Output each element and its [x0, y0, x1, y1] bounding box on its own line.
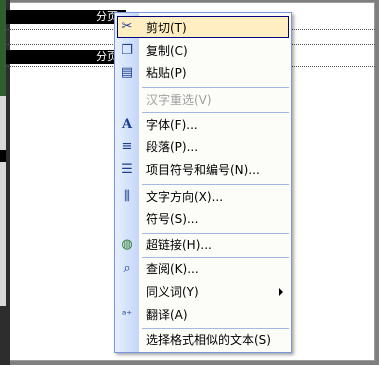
submenu-arrow-icon [279, 288, 283, 296]
text-direction-icon: ⫼ [124, 189, 130, 204]
menu-item-copy[interactable]: ❐ 复制(C) [117, 40, 289, 62]
translate-icon: ᵃ⁺ [121, 308, 133, 321]
paragraph-icon: ≡ [121, 139, 133, 154]
font-icon: A [121, 117, 133, 132]
left-ruler-gray [0, 96, 6, 306]
menu-item-label: 符号(S)... [146, 212, 199, 226]
menu-item-bullets-numbering[interactable]: ☰ 项目符号和编号(N)... [117, 159, 289, 181]
paste-icon: ▤ [120, 65, 134, 80]
menu-item-label: 剪切(T) [146, 21, 187, 35]
page-break-marker-1: 分页符 [6, 10, 126, 37]
menu-item-label: 选择格式相似的文本(S) [146, 333, 271, 347]
menu-item-paragraph[interactable]: ≡ 段落(P)... [117, 136, 289, 158]
menu-item-cut[interactable]: ✂ 剪切(T) [117, 16, 289, 38]
page-break-marker-2: 分页 [6, 50, 126, 64]
menu-item-research[interactable]: ⌕ 查阅(K)... [117, 258, 289, 280]
menu-separator [142, 184, 289, 185]
menu-item-label: 粘贴(P) [146, 66, 187, 80]
menu-item-label: 查阅(K)... [146, 262, 199, 276]
menu-item-paste[interactable]: ▤ 粘贴(P) [117, 62, 289, 84]
context-menu: ✂ 剪切(T) ❐ 复制(C) ▤ 粘贴(P) 汉字重选(V) A 字体(F).… [114, 12, 292, 353]
menu-item-label: 同义词(Y) [146, 285, 199, 299]
menu-item-reconvert[interactable]: 汉字重选(V) [117, 89, 289, 111]
menu-item-synonyms[interactable]: 同义词(Y) [117, 281, 289, 303]
menu-item-label: 复制(C) [146, 44, 188, 58]
menu-item-translate[interactable]: ᵃ⁺ 翻译(A) [117, 304, 289, 326]
menu-item-hyperlink[interactable]: ◍ 超链接(H)... [117, 234, 289, 256]
hyperlink-icon: ◍ [121, 237, 133, 252]
menu-item-label: 项目符号和编号(N)... [146, 163, 260, 177]
menu-separator [142, 87, 289, 88]
menu-item-symbol[interactable]: 符号(S)... [117, 208, 289, 230]
menu-item-label: 文字方向(X)... [146, 190, 224, 204]
menu-item-label: 超链接(H)... [146, 238, 212, 252]
menu-item-label: 汉字重选(V) [146, 93, 212, 107]
left-mark [0, 150, 6, 162]
menu-item-label: 段落(P)... [146, 140, 199, 154]
menu-item-text-direction[interactable]: ⫼ 文字方向(X)... [117, 186, 289, 208]
menu-item-select-similar-format[interactable]: 选择格式相似的文本(S) [117, 329, 289, 351]
menu-item-label: 翻译(A) [146, 308, 188, 322]
research-icon: ⌕ [123, 261, 131, 276]
menu-separator [142, 112, 289, 113]
scissors-icon: ✂ [121, 19, 133, 34]
menu-item-label: 字体(F)... [146, 118, 198, 132]
copy-icon: ❐ [121, 43, 133, 58]
bullets-icon: ☰ [121, 162, 133, 177]
menu-item-font[interactable]: A 字体(F)... [117, 114, 289, 136]
